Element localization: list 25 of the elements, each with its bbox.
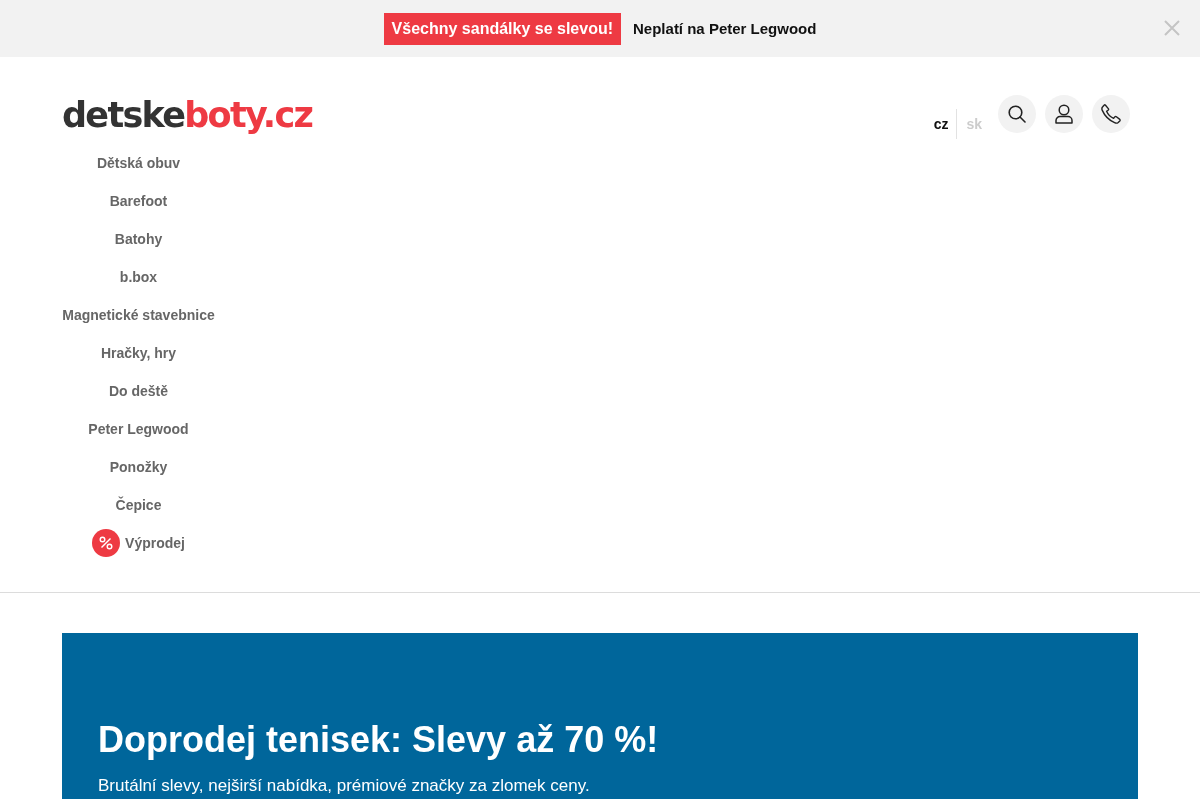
nav-link[interactable]: Batohy: [62, 220, 215, 258]
account-button[interactable]: [1045, 95, 1083, 133]
search-button[interactable]: [998, 95, 1036, 133]
nav-link[interactable]: Čepice: [62, 486, 215, 524]
language-link[interactable]: cz: [933, 109, 949, 139]
nav-link[interactable]: Barefoot: [62, 182, 215, 220]
nav-link[interactable]: Hračky, hry: [62, 334, 215, 372]
nav-link[interactable]: Peter Legwood: [62, 410, 215, 448]
hero-subtitle: Brutální slevy, nejširší nabídka, prémiové značky za zlomek ceny.: [98, 776, 591, 796]
promo-note: Neplatí na Peter Legwood: [633, 20, 817, 37]
nav-link[interactable]: Výprodej: [62, 524, 215, 562]
phone-icon: [1101, 104, 1121, 124]
nav-link[interactable]: Magnetické stavebnice: [62, 296, 215, 334]
nav-link[interactable]: Do deště: [62, 372, 215, 410]
promo-badge[interactable]: Všechny sandálky se slevou!: [383, 12, 622, 45]
percent-icon: [92, 529, 121, 557]
site-logo[interactable]: detskeboty.cz: [62, 93, 313, 137]
search-icon: [1008, 105, 1026, 123]
nav-link[interactable]: Ponožky: [62, 448, 215, 486]
phone-button[interactable]: [1092, 95, 1130, 133]
close-icon: [1164, 20, 1180, 36]
nav-link[interactable]: b.box: [62, 258, 215, 296]
person-icon: [1055, 104, 1073, 124]
hero-title: Doprodej tenisek: Slevy až 70 %!: [98, 718, 660, 762]
nav-link[interactable]: Dětská obuv: [62, 144, 215, 182]
